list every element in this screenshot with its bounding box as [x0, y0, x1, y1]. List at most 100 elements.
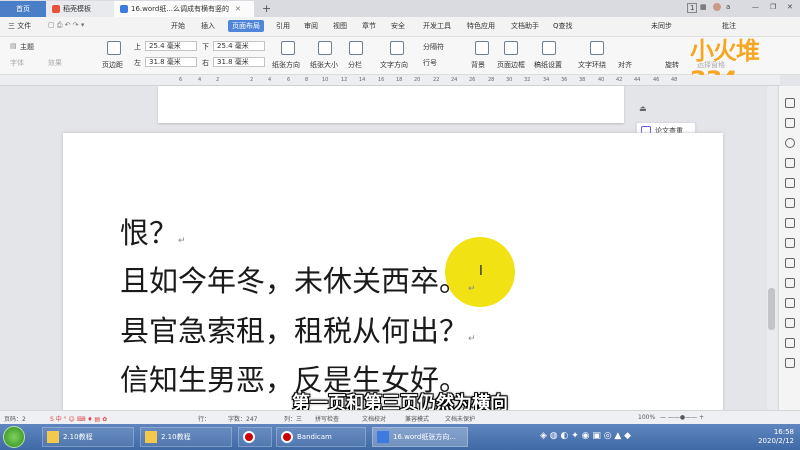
sidebar-tool-icon[interactable] — [785, 158, 795, 168]
page-border-button[interactable]: 页面边框 — [497, 60, 525, 70]
text-wrap-icon[interactable] — [590, 41, 604, 55]
menu-item-review[interactable]: 审阅 — [304, 21, 318, 31]
sidebar-tool-icon[interactable] — [785, 198, 795, 208]
background-icon[interactable] — [475, 41, 489, 55]
doc-line-1[interactable]: 恨？↵ — [120, 210, 186, 252]
breaks-button[interactable]: 分隔符 — [423, 42, 444, 52]
sidebar-tool-icon[interactable] — [785, 298, 795, 308]
sync-status[interactable]: 未同步 — [651, 21, 672, 31]
menu-item-insert[interactable]: 插入 — [201, 21, 215, 31]
vertical-scrollbar[interactable] — [767, 86, 777, 410]
doc-line-2[interactable]: 且如今年冬，未休关西卒。↵ — [120, 258, 476, 300]
grid-icon[interactable]: ▦ — [700, 3, 707, 11]
tab-home-label: 首页 — [16, 5, 30, 13]
menu-file[interactable]: 三 文件 — [8, 21, 31, 31]
margin-icon[interactable] — [107, 41, 121, 55]
columns-icon[interactable] — [349, 41, 363, 55]
paragraph-mark: ↵ — [178, 236, 186, 246]
paper-size-icon[interactable] — [318, 41, 332, 55]
menu-item-dev-tools[interactable]: 开发工具 — [423, 21, 451, 31]
doc-line-3[interactable]: 县官急索租，租税从何出？↵ — [120, 308, 476, 350]
status-proof[interactable]: 文档校对 — [362, 414, 386, 423]
collapse-icon[interactable]: ⏏ — [639, 104, 647, 113]
page-border-icon[interactable] — [504, 41, 518, 55]
menu-item-features[interactable]: 特色应用 — [467, 21, 495, 31]
zoom-slider[interactable]: — ——●—— + — [660, 414, 704, 421]
top-margin-field[interactable]: 25.4 毫米 — [145, 41, 197, 51]
taskbar-item-recorder[interactable] — [238, 427, 272, 447]
previous-page[interactable] — [158, 86, 624, 123]
comment-button[interactable]: 批注 — [722, 21, 736, 31]
menu-item-references[interactable]: 引用 — [276, 21, 290, 31]
taskbar-item-bandicam[interactable]: Bandicam — [276, 427, 366, 447]
sidebar-tool-icon[interactable] — [785, 138, 795, 148]
text-direction-icon[interactable] — [390, 41, 404, 55]
sidebar-tool-icon[interactable] — [785, 258, 795, 268]
menu-item-start[interactable]: 开始 — [171, 21, 185, 31]
status-protect[interactable]: 文档未保护 — [445, 414, 475, 423]
sidebar-tool-icon[interactable] — [785, 178, 795, 188]
sidebar-tool-icon[interactable] — [785, 238, 795, 248]
new-tab-button[interactable]: + — [262, 2, 271, 15]
clock-date: 2020/2/12 — [758, 437, 794, 445]
paper-size-button[interactable]: 纸张大小 — [310, 60, 338, 70]
effect-button[interactable]: 效果 — [48, 58, 62, 68]
taskbar-item-wps[interactable]: 16.word纸张方向... — [372, 427, 468, 447]
maximize-icon[interactable]: ❐ — [770, 3, 776, 11]
text-direction-button[interactable]: 文字方向 — [380, 60, 408, 70]
sidebar-tool-icon[interactable] — [785, 318, 795, 328]
ime-toolbar[interactable]: S 中 ° ☺ ⌨ ♦ ▤ ✿ — [50, 414, 107, 423]
orientation-button[interactable]: 纸张方向 — [272, 60, 300, 70]
tray-icons[interactable]: ◈ ◍ ◐ ✦ ◉ ▣ ◎ ▲ ◆ — [540, 431, 631, 441]
right-margin-field[interactable]: 31.8 毫米 — [213, 57, 265, 67]
sidebar-tool-icon[interactable] — [785, 358, 795, 368]
scrollbar-thumb[interactable] — [768, 288, 775, 330]
taskbar-item-folder-2[interactable]: 2.10教程 — [140, 427, 232, 447]
theme-button[interactable]: 主题 — [20, 42, 34, 52]
minimize-icon[interactable]: — — [752, 3, 759, 11]
taskbar-item-label: Bandicam — [297, 433, 332, 441]
sidebar-tool-icon[interactable] — [785, 118, 795, 128]
search-button[interactable]: Q查找 — [553, 21, 573, 31]
menu-item-chapter[interactable]: 章节 — [362, 21, 376, 31]
bottom-margin-field[interactable]: 25.4 毫米 — [213, 41, 265, 51]
sidebar-tool-icon[interactable] — [785, 278, 795, 288]
tab-document[interactable]: 16.word纸...么调成有横有竖的 ✕ — [114, 1, 254, 17]
align-button[interactable]: 对齐 — [618, 60, 632, 70]
tab-template[interactable]: 稻壳模板 — [46, 1, 114, 17]
close-window-icon[interactable]: ✕ — [787, 3, 793, 11]
theme-icon[interactable]: ▤ — [10, 42, 17, 50]
draft-paper-button[interactable]: 稿纸设置 — [534, 60, 562, 70]
taskbar-item-folder-1[interactable]: 2.10教程 — [42, 427, 134, 447]
sidebar-tool-icon[interactable] — [785, 218, 795, 228]
page-count-badge: 1 — [687, 3, 698, 13]
background-button[interactable]: 背景 — [471, 60, 485, 70]
menu-item-view[interactable]: 视图 — [333, 21, 347, 31]
clock[interactable]: 16:58 2020/2/12 — [758, 428, 794, 446]
font-button[interactable]: 字体 — [10, 58, 24, 68]
rotate-button[interactable]: 旋转 — [665, 60, 679, 70]
zoom-level[interactable]: 100% — [638, 414, 655, 421]
sidebar-tool-icon[interactable] — [785, 338, 795, 348]
status-words[interactable]: 字数：247 — [228, 414, 257, 423]
margin-button[interactable]: 页边距 — [102, 60, 123, 70]
line-number-button[interactable]: 行号 — [423, 58, 437, 68]
menu-item-doc-assistant[interactable]: 文档助手 — [511, 21, 539, 31]
menu-item-page-layout[interactable]: 页面布局 — [228, 20, 264, 32]
menu-item-security[interactable]: 安全 — [391, 21, 405, 31]
tab-home[interactable]: 首页 — [0, 1, 46, 17]
right-margin-label: 右 — [202, 59, 209, 67]
sidebar-tool-icon[interactable] — [785, 98, 795, 108]
status-page[interactable]: 页码：2 — [4, 414, 26, 423]
columns-button[interactable]: 分栏 — [348, 60, 362, 70]
orientation-icon[interactable] — [281, 41, 295, 55]
quick-access-icons[interactable]: ▢ ⎙ ↶ ↷ ▾ — [48, 21, 84, 30]
status-spell[interactable]: 拼写检查 — [315, 414, 339, 423]
draft-paper-icon[interactable] — [542, 41, 556, 55]
status-compat: 兼容模式 — [405, 416, 430, 423]
avatar[interactable] — [713, 3, 721, 11]
left-margin-field[interactable]: 31.8 毫米 — [145, 57, 197, 67]
text-wrap-button[interactable]: 文字环绕 — [578, 60, 606, 70]
start-button[interactable] — [3, 426, 25, 448]
close-icon[interactable]: ✕ — [235, 5, 241, 13]
